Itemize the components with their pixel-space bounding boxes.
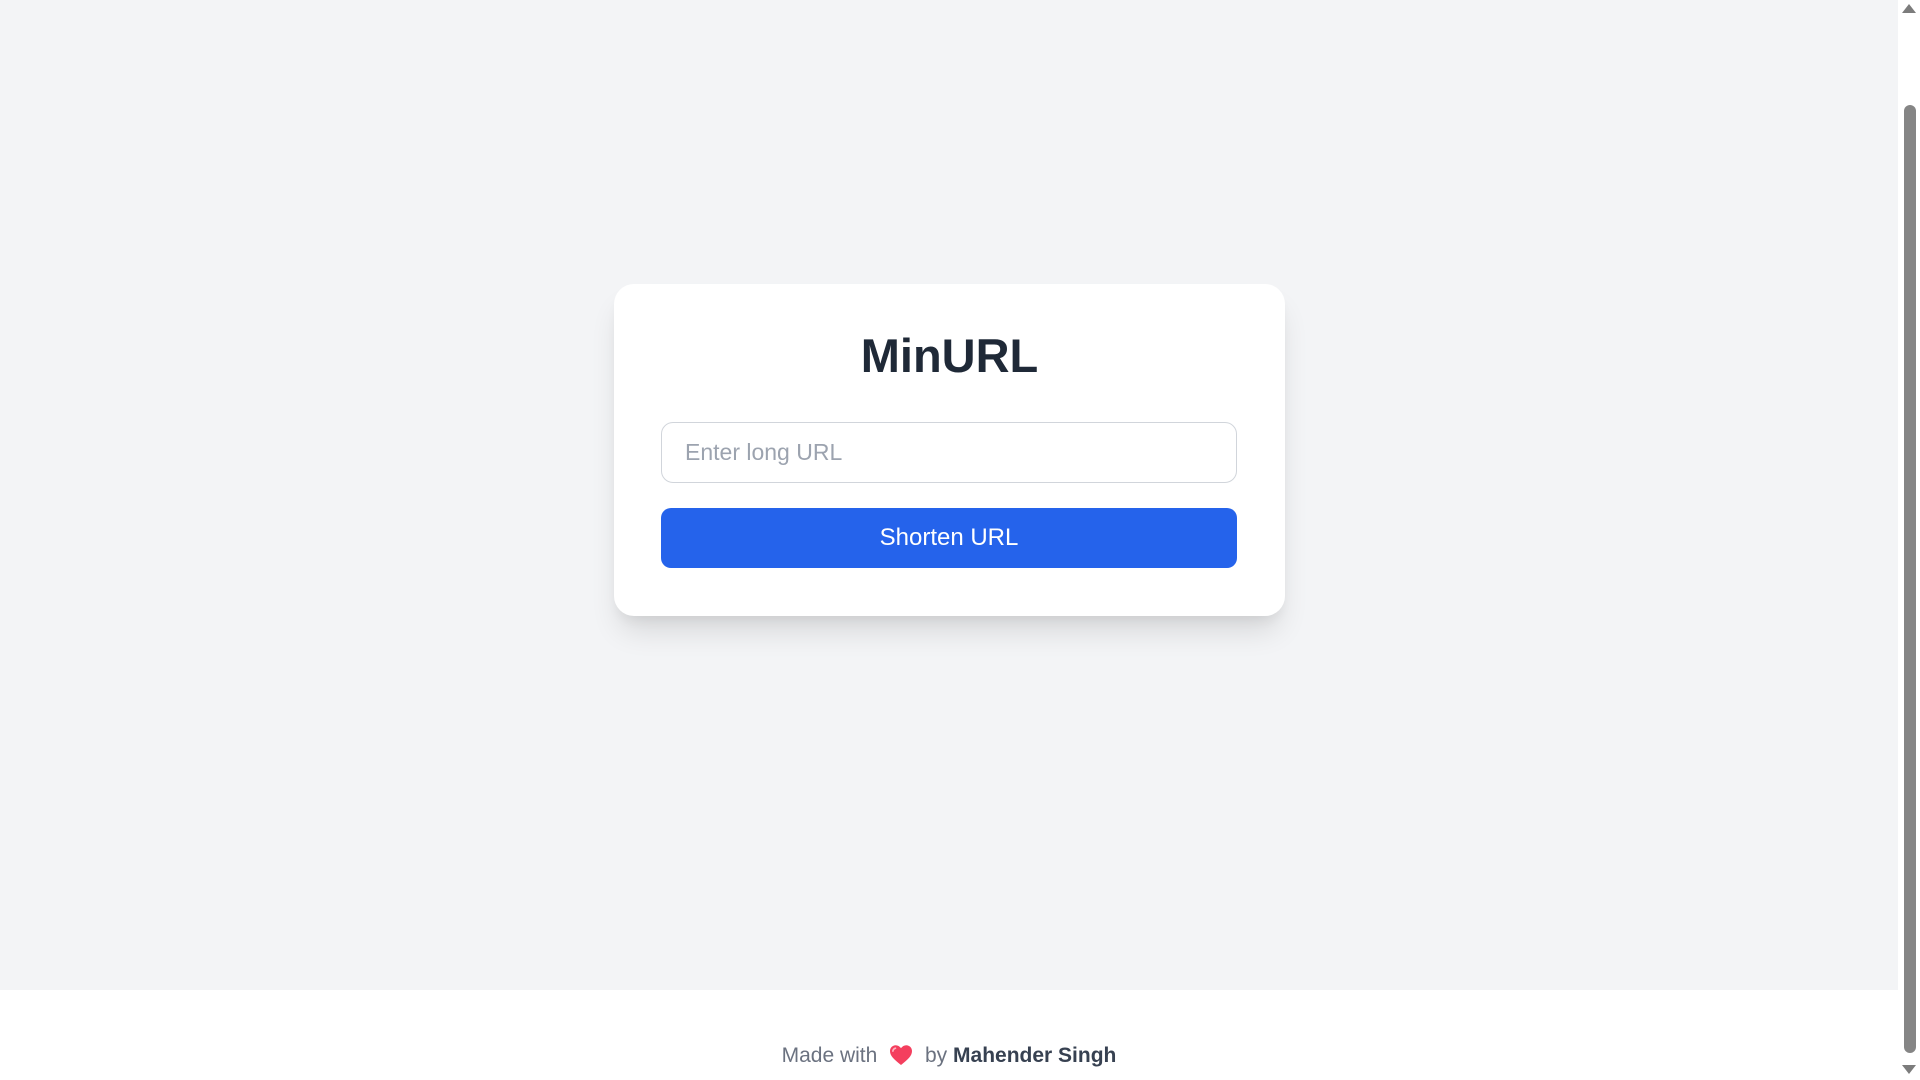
long-url-input[interactable] bbox=[661, 422, 1237, 483]
vertical-scrollbar[interactable] bbox=[1898, 0, 1920, 1080]
page-viewport: MinURL Shorten URL Made with by Mahender… bbox=[0, 0, 1898, 1080]
author-link[interactable]: Mahender Singh bbox=[953, 1044, 1116, 1067]
app-title: MinURL bbox=[860, 329, 1039, 382]
footer-made-with: Made with bbox=[781, 1044, 878, 1067]
scroll-up-arrow-icon[interactable] bbox=[1902, 4, 1916, 13]
shorten-url-button[interactable]: Shorten URL bbox=[661, 508, 1237, 568]
shortener-card: MinURL Shorten URL bbox=[614, 284, 1285, 616]
footer: Made with by Mahender Singh bbox=[0, 990, 1898, 1080]
main-area: MinURL Shorten URL bbox=[0, 0, 1898, 990]
scroll-down-arrow-icon[interactable] bbox=[1902, 1065, 1916, 1074]
heart-icon bbox=[889, 1044, 913, 1066]
footer-credit: Made with by Mahender Singh bbox=[0, 1042, 1898, 1070]
scrollbar-thumb[interactable] bbox=[1904, 105, 1916, 1053]
footer-by: by bbox=[925, 1044, 948, 1067]
